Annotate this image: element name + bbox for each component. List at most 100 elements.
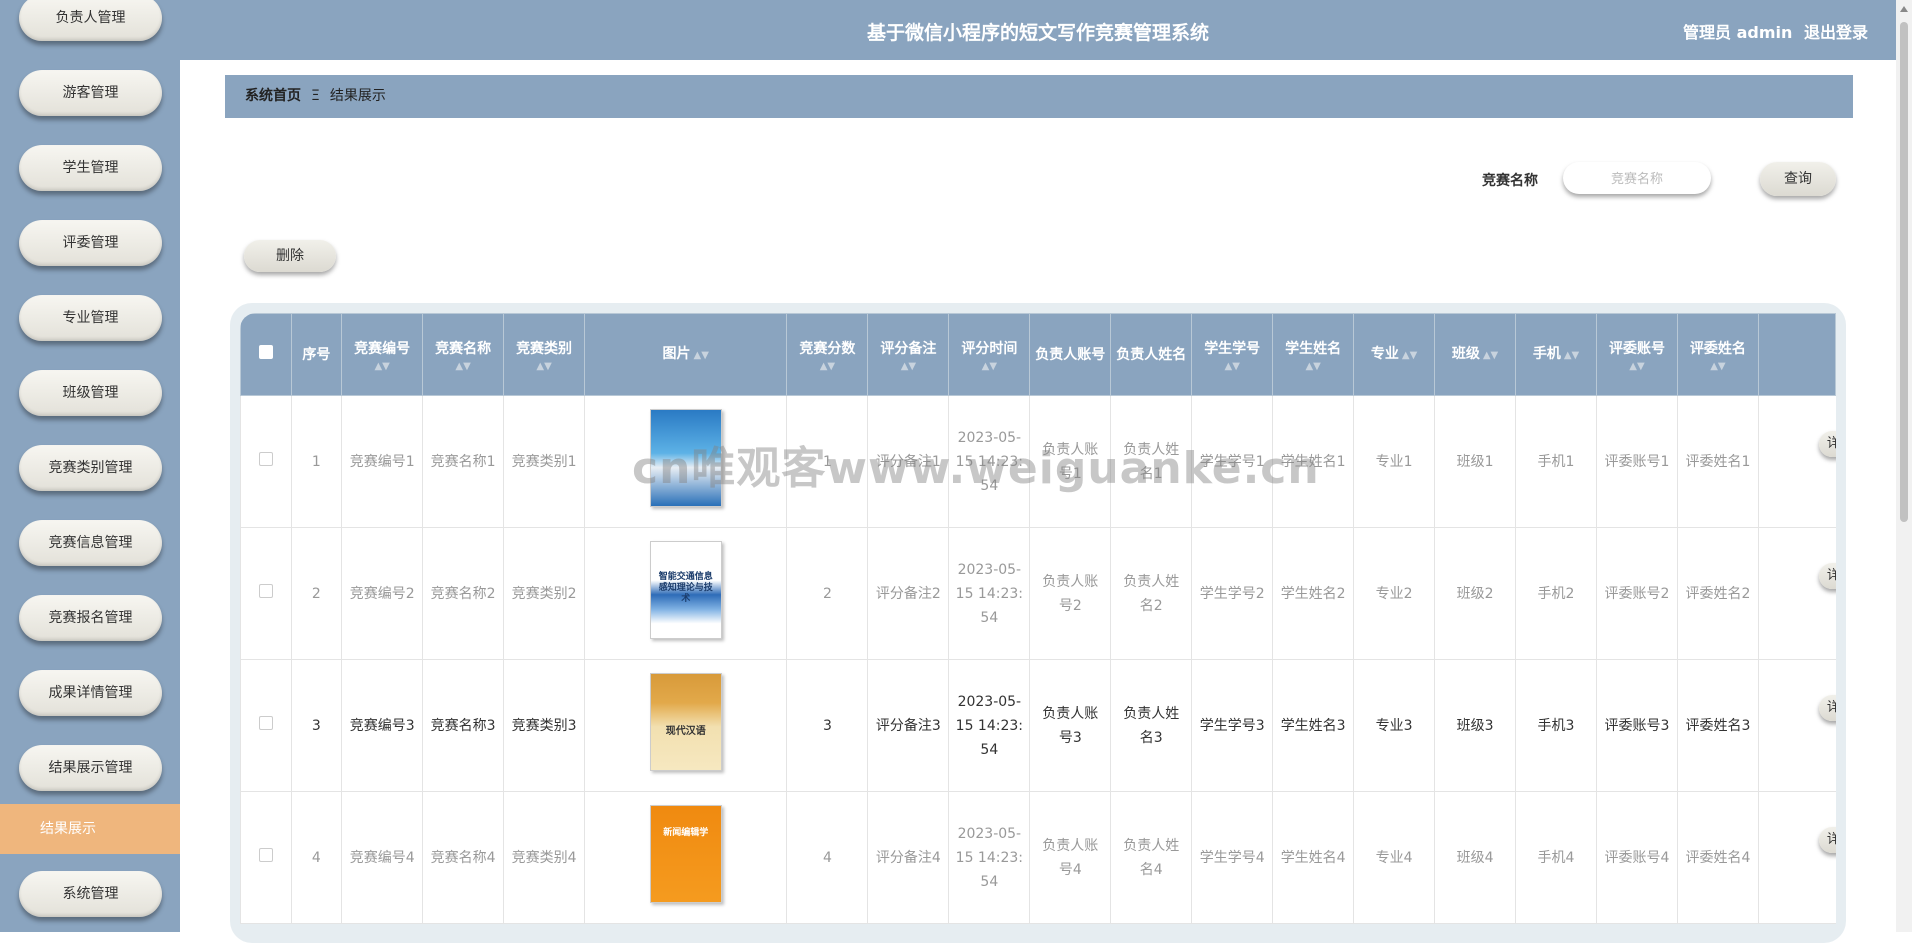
sidebar-item-registration[interactable]: 竞赛报名管理 (19, 595, 162, 641)
sidebar-item-contest-info[interactable]: 竞赛信息管理 (19, 520, 162, 566)
book-cover-image[interactable]: 现代汉语 (649, 672, 722, 771)
top-header: 基于微信小程序的短文写作竞赛管理系统 管理员 admin 退出登录 (180, 0, 1896, 60)
select-all-checkbox[interactable] (240, 313, 292, 396)
sidebar-item-achievement[interactable]: 成果详情管理 (19, 670, 162, 716)
book-cover-image[interactable]: 智能交通信息感知理论与技术 (649, 540, 722, 639)
breadcrumb-home[interactable]: 系统首页 (245, 88, 301, 104)
cell-judge-account: 评委账号3 (1595, 659, 1678, 792)
column-header[interactable]: 竞赛类别 ▲▼ (503, 313, 586, 396)
sidebar-item-major[interactable]: 专业管理 (19, 295, 162, 341)
sort-icon[interactable]: ▲▼ (1682, 361, 1754, 373)
sort-icon[interactable]: ▲▼ (508, 361, 580, 373)
detail-button[interactable]: 详 (1818, 826, 1836, 853)
breadcrumb: 系统首页 Ξ 结果展示 (225, 75, 1853, 118)
sort-icon[interactable]: ▲▼ (1483, 344, 1498, 368)
cell-leader-account: 负责人账号1 (1029, 395, 1112, 528)
scroll-thumb[interactable] (1900, 22, 1908, 522)
column-header[interactable]: 图片 ▲▼ (584, 313, 788, 396)
column-header[interactable]: 竞赛编号 ▲▼ (341, 313, 424, 396)
sort-icon[interactable]: ▲▼ (872, 361, 944, 373)
cell-class: 班级2 (1434, 527, 1517, 660)
sort-icon[interactable]: ▲▼ (1277, 361, 1349, 373)
column-header[interactable]: 班级 ▲▼ (1434, 313, 1517, 396)
sort-icon[interactable]: ▲▼ (346, 361, 418, 373)
column-header[interactable]: 评分备注 ▲▼ (867, 313, 950, 396)
row-checkbox[interactable] (240, 659, 292, 792)
cell-student-no: 学生学号3 (1191, 659, 1274, 792)
detail-button[interactable]: 详 (1818, 694, 1836, 721)
search-input[interactable] (1563, 162, 1711, 194)
table-header-row: 序号 竞赛编号 ▲▼ 竞赛名称 ▲▼ 竞赛类别 ▲▼ 图片 ▲▼ 竞赛分数 ▲▼ 评分备注… (240, 313, 1836, 396)
cell-time: 2023-05-15 14:23:54 (948, 527, 1031, 660)
sort-icon[interactable]: ▲▼ (1402, 344, 1417, 368)
cell-major: 专业3 (1353, 659, 1436, 792)
book-cover-image[interactable] (649, 408, 722, 507)
cell-leader-account: 负责人账号3 (1029, 659, 1112, 792)
breadcrumb-current: 结果展示 (329, 88, 386, 104)
sidebar-item-visitor[interactable]: 游客管理 (19, 70, 162, 116)
column-header[interactable]: 评分时间 ▲▼ (948, 313, 1031, 396)
sort-icon[interactable]: ▲▼ (1601, 361, 1673, 373)
column-header[interactable]: 学生学号 ▲▼ (1191, 313, 1274, 396)
column-header[interactable]: 竞赛名称 ▲▼ (422, 313, 505, 396)
row-checkbox[interactable] (240, 527, 292, 660)
cell-no: 4 (290, 791, 343, 924)
column-header[interactable]: 学生姓名 ▲▼ (1272, 313, 1355, 396)
sort-icon[interactable]: ▲▼ (694, 344, 709, 368)
row-checkbox[interactable] (240, 791, 292, 924)
page-scrollbar[interactable] (1896, 0, 1912, 932)
detail-button[interactable]: 详 (1818, 430, 1836, 457)
table-row: 3 竞赛编号3 竞赛名称3 竞赛类别3 现代汉语 3 评分备注3 2023-05… (240, 659, 1836, 792)
cell-time: 2023-05-15 14:23:54 (948, 659, 1031, 792)
column-header[interactable]: 负责人账号 (1029, 313, 1112, 396)
book-cover-image[interactable]: 新闻编辑学 (649, 804, 722, 903)
sort-icon[interactable]: ▲▼ (1196, 361, 1268, 373)
sidebar-item-result-manage[interactable]: 结果展示管理 (19, 745, 162, 791)
scroll-up-arrow-icon[interactable] (1900, 6, 1908, 12)
cell-score: 2 (786, 527, 869, 660)
cell-remark: 评分备注2 (867, 527, 950, 660)
cell-judge-name: 评委姓名2 (1676, 527, 1759, 660)
cell-remark: 评分备注3 (867, 659, 950, 792)
column-header: 序号 (290, 313, 343, 396)
sort-icon[interactable]: ▲▼ (427, 361, 499, 373)
cell-judge-account: 评委账号2 (1595, 527, 1678, 660)
column-header[interactable]: 专业 ▲▼ (1353, 313, 1436, 396)
logout-link[interactable]: 退出登录 (1804, 23, 1868, 42)
sort-icon[interactable]: ▲▼ (791, 361, 863, 373)
sidebar-item-result-display[interactable]: 结果展示 (0, 804, 180, 854)
cell-judge-name: 评委姓名4 (1676, 791, 1759, 924)
table-row: 2 竞赛编号2 竞赛名称2 竞赛类别2 智能交通信息感知理论与技术 2 评分备注… (240, 527, 1836, 660)
cell-category: 竞赛类别3 (503, 659, 586, 792)
sort-icon[interactable]: ▲▼ (1564, 344, 1579, 368)
cell-actions: 详 (1757, 659, 1836, 792)
sidebar-item-leader[interactable]: 负责人管理 (19, 0, 162, 41)
current-user: 管理员 admin (1683, 23, 1793, 42)
delete-button[interactable]: 删除 (244, 240, 336, 272)
cell-judge-name: 评委姓名1 (1676, 395, 1759, 528)
breadcrumb-separator: Ξ (311, 88, 320, 104)
column-header[interactable]: 评委账号 ▲▼ (1595, 313, 1678, 396)
cell-actions: 详 (1757, 527, 1836, 660)
header-user-area: 管理员 admin 退出登录 (1677, 19, 1868, 43)
result-table: 序号 竞赛编号 ▲▼ 竞赛名称 ▲▼ 竞赛类别 ▲▼ 图片 ▲▼ 竞赛分数 ▲▼ 评分备注… (240, 313, 1836, 924)
sidebar-item-system[interactable]: 系统管理 (19, 871, 162, 917)
row-checkbox[interactable] (240, 395, 292, 528)
column-header[interactable]: 竞赛分数 ▲▼ (786, 313, 869, 396)
query-button[interactable]: 查询 (1760, 162, 1836, 196)
column-header[interactable]: 负责人姓名 (1110, 313, 1193, 396)
sidebar-item-judge[interactable]: 评委管理 (19, 220, 162, 266)
detail-button[interactable]: 详 (1818, 562, 1836, 589)
cell-code: 竞赛编号2 (341, 527, 424, 660)
column-header[interactable]: 评委姓名 ▲▼ (1676, 313, 1759, 396)
sort-icon[interactable]: ▲▼ (953, 361, 1025, 373)
cell-name: 竞赛名称1 (422, 395, 505, 528)
cell-class: 班级3 (1434, 659, 1517, 792)
sidebar-item-student[interactable]: 学生管理 (19, 145, 162, 191)
cell-code: 竞赛编号4 (341, 791, 424, 924)
cell-leader-name: 负责人姓名3 (1110, 659, 1193, 792)
cell-student-name: 学生姓名2 (1272, 527, 1355, 660)
column-header[interactable]: 手机 ▲▼ (1515, 313, 1597, 396)
sidebar-item-class[interactable]: 班级管理 (19, 370, 162, 416)
sidebar-item-contest-category[interactable]: 竞赛类别管理 (19, 445, 162, 491)
